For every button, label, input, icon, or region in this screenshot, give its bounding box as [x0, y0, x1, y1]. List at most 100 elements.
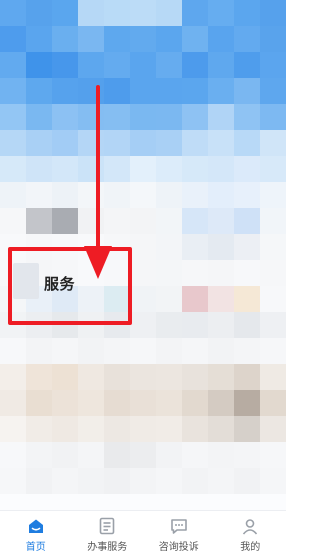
mosaic-cell: [104, 156, 130, 182]
mosaic-cell: [78, 364, 104, 390]
mosaic-cell: [208, 390, 234, 416]
mosaic-cell: [208, 260, 234, 286]
mosaic-cell: [234, 234, 260, 260]
mosaic-cell: [260, 26, 286, 52]
mosaic-cell: [234, 312, 260, 338]
mosaic-cell: [78, 26, 104, 52]
mosaic-cell: [260, 130, 286, 156]
mosaic-cell: [156, 130, 182, 156]
bottom-tab-bar: 首页 办事服务 咨询投诉 我的: [0, 510, 286, 554]
mosaic-cell: [208, 26, 234, 52]
mosaic-cell: [234, 78, 260, 104]
mosaic-cell: [130, 78, 156, 104]
mosaic-cell: [208, 312, 234, 338]
mosaic-cell: [0, 390, 26, 416]
mosaic-cell: [26, 390, 52, 416]
mosaic-cell: [130, 182, 156, 208]
mosaic-cell: [156, 208, 182, 234]
mosaic-cell: [182, 260, 208, 286]
mosaic-cell: [260, 104, 286, 130]
mosaic-cell: [156, 390, 182, 416]
mosaic-cell: [156, 286, 182, 312]
mosaic-cell: [52, 26, 78, 52]
mosaic-cell: [156, 0, 182, 26]
mosaic-cell: [104, 26, 130, 52]
mosaic-cell: [26, 52, 52, 78]
mosaic-cell: [182, 390, 208, 416]
mosaic-cell: [130, 234, 156, 260]
mosaic-cell: [208, 208, 234, 234]
mosaic-cell: [130, 364, 156, 390]
mosaic-cell: [260, 390, 286, 416]
tab-consult[interactable]: 咨询投诉: [143, 511, 215, 554]
mosaic-cell: [234, 286, 260, 312]
home-icon: [26, 517, 46, 535]
mosaic-cell: [234, 442, 260, 468]
mosaic-cell: [130, 286, 156, 312]
mosaic-cell: [104, 0, 130, 26]
mosaic-cell: [182, 286, 208, 312]
mosaic-cell: [208, 0, 234, 26]
mosaic-cell: [130, 208, 156, 234]
mosaic-cell: [104, 364, 130, 390]
tab-consult-label: 咨询投诉: [158, 542, 199, 553]
mosaic-cell: [156, 312, 182, 338]
mosaic-cell: [78, 130, 104, 156]
mosaic-cell: [260, 234, 286, 260]
mosaic-cell: [130, 338, 156, 364]
mosaic-cell: [260, 364, 286, 390]
mosaic-cell: [26, 156, 52, 182]
mosaic-cell: [52, 390, 78, 416]
mosaic-cell: [234, 260, 260, 286]
user-icon: [240, 517, 260, 535]
mosaic-cell: [234, 364, 260, 390]
mosaic-cell: [26, 0, 52, 26]
mosaic-cell: [130, 0, 156, 26]
mosaic-cell: [182, 26, 208, 52]
mosaic-cell: [130, 416, 156, 442]
mosaic-cell: [156, 468, 182, 494]
mosaic-cell: [182, 312, 208, 338]
tab-services-label: 办事服务: [87, 542, 128, 553]
mosaic-cell: [52, 78, 78, 104]
mosaic-cell: [234, 416, 260, 442]
mosaic-cell: [156, 104, 182, 130]
tab-home[interactable]: 首页: [0, 511, 72, 554]
mosaic-cell: [52, 0, 78, 26]
mosaic-cell: [208, 130, 234, 156]
mosaic-cell: [78, 182, 104, 208]
mosaic-cell: [52, 364, 78, 390]
mosaic-cell: [0, 52, 26, 78]
mosaic-cell: [26, 208, 52, 234]
mosaic-cell: [234, 0, 260, 26]
mosaic-cell: [260, 338, 286, 364]
mosaic-cell: [52, 208, 78, 234]
mosaic-cell: [0, 78, 26, 104]
mosaic-cell: [234, 52, 260, 78]
mosaic-cell: [156, 364, 182, 390]
document-icon: [97, 517, 117, 535]
mosaic-cell: [234, 338, 260, 364]
mosaic-cell: [156, 338, 182, 364]
mosaic-cell: [208, 104, 234, 130]
mosaic-cell: [208, 52, 234, 78]
mosaic-cell: [234, 104, 260, 130]
mosaic-cell: [104, 104, 130, 130]
mosaic-cell: [182, 208, 208, 234]
tab-mine[interactable]: 我的: [215, 511, 287, 554]
mosaic-cell: [182, 130, 208, 156]
mosaic-cell: [0, 364, 26, 390]
mosaic-cell: [78, 78, 104, 104]
mosaic-cell: [208, 416, 234, 442]
mosaic-cell: [78, 442, 104, 468]
mosaic-cell: [52, 130, 78, 156]
tab-services[interactable]: 办事服务: [72, 511, 144, 554]
tab-home-label: 首页: [25, 542, 46, 553]
mosaic-cell: [260, 260, 286, 286]
mosaic-cell: [260, 52, 286, 78]
mosaic-cell: [0, 416, 26, 442]
mosaic-cell: [260, 208, 286, 234]
mosaic-cell: [234, 130, 260, 156]
mosaic-cell: [260, 312, 286, 338]
mosaic-cell: [0, 338, 26, 364]
